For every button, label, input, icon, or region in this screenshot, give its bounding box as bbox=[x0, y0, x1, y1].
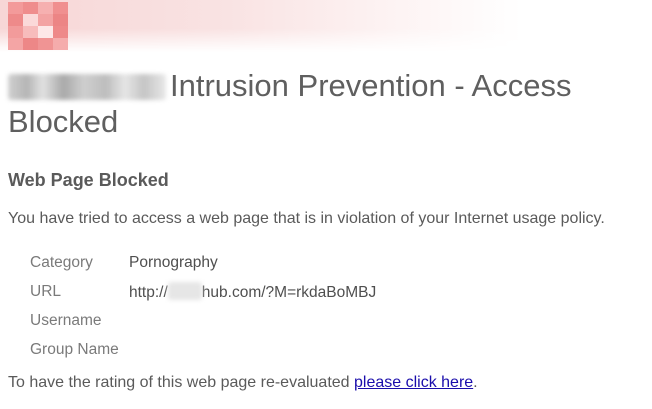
detail-label: Category bbox=[30, 253, 93, 271]
detail-row-category: Category Pornography bbox=[30, 248, 376, 277]
reevaluate-text: To have the rating of this web page re-e… bbox=[8, 374, 354, 391]
detail-row-url: URL http:// hub.com/?M=rkdaBoMBJ bbox=[30, 277, 376, 306]
reevaluate-end: . bbox=[473, 374, 478, 391]
block-message: You have tried to access a web page that… bbox=[8, 210, 605, 227]
page-title: Intrusion Prevention - Access Blocked bbox=[8, 68, 628, 140]
url-prefix: http:// bbox=[129, 283, 168, 301]
detail-value: Pornography bbox=[129, 253, 218, 271]
detail-row-username: Username bbox=[30, 306, 376, 335]
header-band bbox=[0, 0, 652, 52]
section-heading: Web Page Blocked bbox=[8, 170, 169, 190]
redacted-url-part bbox=[167, 281, 202, 300]
pixelated-logo-icon bbox=[8, 2, 68, 50]
detail-label: Username bbox=[30, 311, 102, 329]
redacted-brand-name bbox=[8, 74, 166, 100]
url-suffix: hub.com/?M=rkdaBoMBJ bbox=[201, 283, 377, 301]
detail-label: Group Name bbox=[30, 340, 119, 358]
reevaluate-message: To have the rating of this web page re-e… bbox=[8, 374, 478, 392]
detail-label: URL bbox=[30, 282, 62, 300]
detail-value-url: http:// hub.com/?M=rkdaBoMBJ bbox=[129, 281, 377, 302]
page-title-wrapper: Intrusion Prevention - Access Blocked bbox=[8, 68, 628, 140]
reevaluate-link[interactable]: please click here bbox=[354, 374, 473, 391]
details-table: Category Pornography URL http:// hub.com/… bbox=[30, 248, 376, 364]
detail-row-group-name: Group Name bbox=[30, 335, 376, 364]
